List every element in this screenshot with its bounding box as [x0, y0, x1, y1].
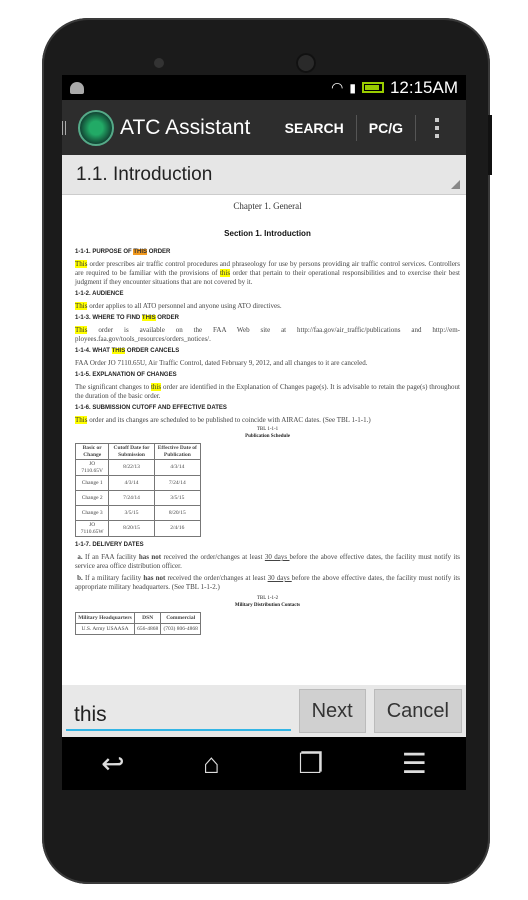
military-contacts-table: Military Headquarters DSN Commercial U.S. … [74, 612, 201, 635]
heading-1-1-3: 1-1-3. WHERE TO FIND THIS ORDER [75, 315, 179, 321]
clock: 12:15AM [389, 77, 458, 97]
paragraph: b. If a military facility has not receiv… [75, 574, 461, 591]
paragraph: This order is available on the FAA Web s… [75, 326, 460, 343]
battery-icon [361, 82, 384, 93]
paragraph: This order and its changes are scheduled… [75, 416, 371, 424]
table-row: JO 7110.65W 8/20/15 2/4/16 [74, 520, 202, 537]
navigation-bar: ↩ ⌂ ❐ ☰ [62, 737, 466, 790]
table-title: Publication Schedule [245, 434, 290, 439]
paragraph: The significant changes to this order ar… [75, 383, 460, 400]
next-button[interactable]: Next [298, 689, 366, 733]
heading-1-1-7: 1-1-7. DELIVERY DATES [75, 542, 144, 548]
document-view[interactable]: Chapter 1. General Section 1. Introducti… [62, 195, 466, 685]
cancel-button[interactable]: Cancel [373, 689, 462, 733]
heading-1-1-2: 1-1-2. AUDIENCE [75, 291, 124, 297]
app-title: ATC Assistant [120, 115, 251, 139]
heading-1-1-5: 1-1-5. EXPLANATION OF CHANGES [75, 372, 177, 378]
table-number: TBL 1-1-1 [256, 427, 279, 432]
table-row: JO 7110.65V 8/22/13 4/3/14 [74, 459, 202, 476]
earpiece-speaker [296, 53, 316, 73]
paragraph: This order prescribes air traffic contro… [75, 260, 460, 286]
menu-icon[interactable]: ☰ [402, 747, 427, 780]
app-logo[interactable] [78, 109, 114, 146]
table-row: Change 1 4/3/14 7/24/14 [74, 475, 202, 491]
status-bar: ◠ ▮ 12:15AM [62, 75, 466, 100]
divider [415, 114, 416, 141]
screen: ◠ ▮ 12:15AM ATC Assistant SEARCH PC/G 1.… [62, 75, 466, 790]
signal-icon: ▮ [349, 80, 356, 95]
section-title: 1.1. Introduction [76, 164, 213, 185]
overflow-menu-icon[interactable] [422, 117, 452, 138]
paragraph: This order applies to all ATO personnel … [75, 302, 282, 310]
table-title: Military Distribution Contacts [234, 603, 301, 608]
dropdown-indicator-icon [451, 180, 460, 189]
current-match: THIS [133, 249, 148, 255]
paragraph: a. If an FAA facility has not received t… [75, 553, 460, 570]
front-camera [154, 58, 164, 68]
search-button[interactable]: SEARCH [273, 100, 356, 155]
table-number: TBL 1-1-2 [256, 596, 279, 601]
paragraph: FAA Order JO 7110.65U, Air Traffic Contr… [75, 359, 368, 367]
recent-apps-icon[interactable]: ❐ [298, 747, 323, 780]
find-input[interactable]: this [66, 691, 291, 731]
table-row: U.S. Army USAASA 656-4868 (703) 806-4868 [74, 623, 201, 635]
table-row: Change 3 3/5/15 8/20/15 [74, 505, 202, 521]
publication-schedule-table: Basic or Change Cutoff Date for Submissio… [74, 443, 202, 537]
heading-1-1-6: 1-1-6. SUBMISSION CUTOFF AND EFFECTIVE D… [75, 405, 227, 411]
action-bar: ATC Assistant SEARCH PC/G [62, 100, 466, 155]
table-row: Change 2 7/24/14 3/5/15 [74, 490, 202, 506]
android-notification-icon [70, 81, 84, 94]
power-button [488, 115, 492, 175]
heading-1-1-1: 1-1-1. PURPOSE OF THIS ORDER [75, 249, 171, 255]
find-bar: this Next Cancel [62, 685, 466, 737]
wifi-icon: ◠ [331, 79, 344, 95]
section-title-dropdown[interactable]: 1.1. Introduction [62, 155, 466, 195]
pcg-button[interactable]: PC/G [357, 100, 415, 155]
section-heading: Section 1. Introduction [224, 229, 311, 238]
home-icon[interactable]: ⌂ [203, 748, 220, 780]
chapter-heading: Chapter 1. General [233, 201, 302, 211]
back-icon[interactable]: ↩ [101, 747, 124, 780]
drawer-icon[interactable] [62, 120, 66, 135]
heading-1-1-4: 1-1-4. WHAT THIS ORDER CANCELS [75, 348, 180, 354]
